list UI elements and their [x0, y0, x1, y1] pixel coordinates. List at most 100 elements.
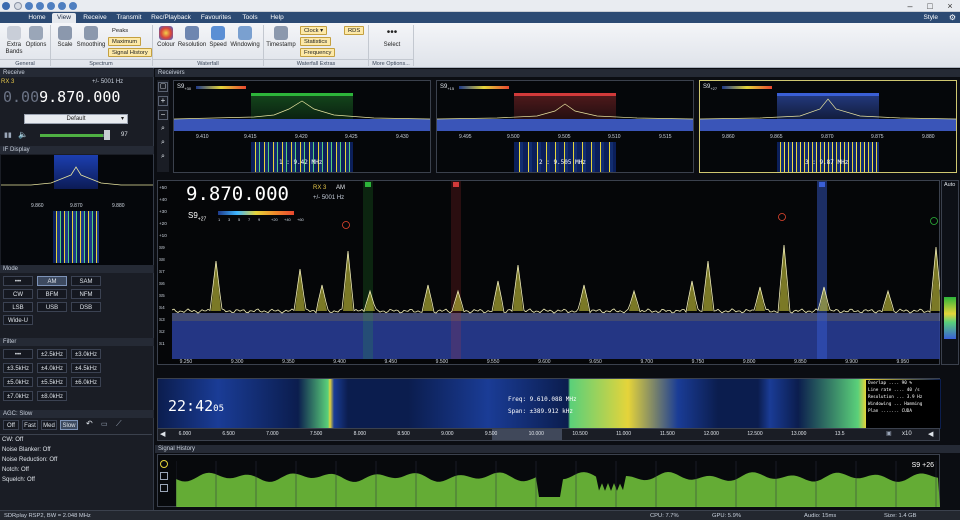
mode-button-usb[interactable]: USB — [37, 302, 67, 312]
filter-button[interactable]: ±4.0kHz — [37, 363, 67, 373]
graph-icon[interactable]: ⟋ — [116, 419, 122, 429]
mode-button-dsb[interactable]: DSB — [71, 302, 101, 312]
minimize-button[interactable]: – — [900, 0, 920, 12]
mode-button-more[interactable]: ••• — [3, 276, 33, 286]
scroll-right-icon[interactable]: ◀ — [928, 430, 933, 438]
filter-button[interactable]: ±5.5kHz — [37, 377, 67, 387]
speaker-icon[interactable]: 🔈 — [18, 130, 28, 139]
magnify-icon[interactable]: ⌕ — [158, 124, 168, 134]
volume-thumb[interactable] — [104, 130, 110, 140]
maximize-button[interactable]: □ — [920, 0, 940, 12]
main-spectrum[interactable]: +50 +40 +30 +20 +10 S9 S8 S7 S6 S5 S4 S3 S2 S1 9.870.… — [157, 180, 940, 365]
tab-view[interactable]: View — [52, 13, 76, 23]
play-icon[interactable] — [25, 2, 33, 10]
tools-icon[interactable] — [58, 2, 66, 10]
close-button[interactable]: × — [940, 0, 960, 12]
filter-button[interactable]: ±6.0kHz — [71, 377, 101, 387]
auto-button[interactable]: Auto — [944, 182, 955, 188]
mini-receiver-2[interactable]: S9+15 9.495 9.500 9.505 9.510 9.515 2 : … — [436, 80, 694, 173]
extra-bands-button[interactable]: Extra Bands — [3, 26, 25, 58]
mini-receiver-3[interactable]: S9+27 9.860 9.865 9.870 9.875 9.880 3 : … — [699, 80, 957, 173]
tab-favourites[interactable]: Favourites — [198, 13, 234, 23]
mode-button-lsb[interactable]: LSB — [3, 302, 33, 312]
resolution-button[interactable]: Resolution — [177, 26, 207, 58]
agc-slow-button[interactable]: Slow — [60, 420, 78, 430]
overview-bar[interactable]: ◀ 6.000 6.500 7.000 7.500 8.000 8.500 9.000 9.5… — [157, 428, 940, 441]
filter-button-more[interactable]: ••• — [3, 349, 33, 359]
magnify-reset-icon[interactable]: ⌕ — [158, 152, 168, 162]
scale-button[interactable]: Scale — [54, 26, 76, 58]
signal-history-button[interactable]: Signal History — [108, 48, 152, 57]
history-pause-icon[interactable] — [160, 472, 168, 480]
maximum-button[interactable]: Maximum — [108, 37, 142, 46]
signal-peak — [755, 287, 765, 311]
mode-button-am[interactable]: AM — [37, 276, 67, 286]
filter-button[interactable]: ±7.0kHz — [3, 391, 33, 401]
agc-med-button[interactable]: Med — [41, 420, 57, 430]
zoom-fit-icon[interactable]: ▢ — [158, 82, 168, 92]
mode-button-nfm[interactable]: NFM — [71, 289, 101, 299]
preset-select[interactable]: Default ▾ — [24, 114, 128, 124]
gear-icon[interactable]: ⚙ — [949, 13, 956, 23]
camera-icon[interactable]: ▣ — [886, 430, 892, 437]
mode-button-sam[interactable]: SAM — [71, 276, 101, 286]
volume-slider[interactable] — [40, 134, 110, 137]
squelch-status[interactable]: Squelch: Off — [2, 476, 35, 484]
peaks-button[interactable]: Peaks — [108, 26, 132, 35]
filter-button[interactable]: ±4.5kHz — [71, 363, 101, 373]
history-record-icon[interactable] — [160, 460, 168, 468]
tab-rec-playback[interactable]: Rec/Playback — [148, 13, 194, 23]
mini-receiver-1[interactable]: S9+30 9.410 9.415 9.420 9.425 9.430 1 : … — [173, 80, 431, 173]
waterfall[interactable]: 22:4205 Freq: 9.610.088 MHz Span: ±389.9… — [157, 378, 941, 429]
tab-help[interactable]: Help — [266, 13, 288, 23]
history-clear-icon[interactable] — [160, 484, 168, 492]
settings-icon[interactable] — [47, 2, 55, 10]
options-button[interactable]: Options — [25, 26, 47, 58]
filter-button[interactable]: ±8.0kHz — [37, 391, 67, 401]
spectrum-level-scale[interactable]: Auto — [941, 180, 959, 365]
magnify-minus-icon[interactable]: ⌕ — [158, 138, 168, 148]
mode-button-wide-u[interactable]: Wide-U — [3, 315, 33, 325]
filter-button[interactable]: ±5.0kHz — [3, 377, 33, 387]
speed-button[interactable]: Speed — [207, 26, 229, 58]
record-icon[interactable] — [36, 2, 44, 10]
noise-reduction-status[interactable]: Noise Reduction: Off — [2, 456, 57, 464]
tab-home[interactable]: Home — [24, 13, 50, 23]
colour-button[interactable]: Colour — [155, 26, 177, 58]
select-button[interactable]: ••• Select — [374, 26, 410, 58]
rds-button[interactable]: RDS — [344, 26, 365, 35]
timestamp-button[interactable]: Timestamp — [266, 26, 296, 58]
clock-button[interactable]: Clock ▾ — [300, 26, 328, 35]
scroll-left-icon[interactable]: ◀ — [160, 431, 165, 439]
favorite-icon[interactable] — [69, 2, 77, 10]
stop-icon[interactable] — [14, 2, 22, 10]
if-tick: 9.860 — [31, 203, 44, 209]
level-gradient[interactable] — [944, 297, 956, 339]
noise-blanker-status[interactable]: Noise Blanker: Off — [2, 446, 51, 454]
filter-button[interactable]: ±3.0kHz — [71, 349, 101, 359]
tab-receive[interactable]: Receive — [80, 13, 110, 23]
zoom-in-icon[interactable]: + — [158, 96, 168, 106]
signal-peak — [513, 265, 523, 311]
zoom-out-icon[interactable]: − — [158, 110, 168, 120]
agc-off-button[interactable]: Off — [3, 420, 19, 430]
cw-status[interactable]: CW: Off — [2, 436, 23, 444]
windowing-button[interactable]: Windowing — [229, 26, 261, 58]
receive-frequency[interactable]: 0.009.870.000 — [3, 89, 120, 105]
undo-icon[interactable]: ↶ — [86, 419, 93, 428]
tab-tools[interactable]: Tools — [238, 13, 262, 23]
zoom-level[interactable]: x10 — [902, 431, 912, 437]
frequency-button[interactable]: Frequency — [300, 48, 336, 57]
filter-button[interactable]: ±2.5kHz — [37, 349, 67, 359]
filter-button[interactable]: ±3.5kHz — [3, 363, 33, 373]
agc-fast-button[interactable]: Fast — [22, 420, 38, 430]
statistics-button[interactable]: Statistics — [300, 37, 332, 46]
window-icon[interactable]: ▭ — [101, 420, 108, 428]
style-menu[interactable]: Style — [924, 13, 938, 23]
smoothing-button[interactable]: Smoothing — [76, 26, 106, 58]
tab-transmit[interactable]: Transmit — [114, 13, 144, 23]
notch-status[interactable]: Notch: Off — [2, 466, 29, 474]
mode-button-bfm[interactable]: BFM — [37, 289, 67, 299]
signal-history[interactable]: S9 +26 — [157, 454, 940, 507]
mode-button-cw[interactable]: CW — [3, 289, 33, 299]
